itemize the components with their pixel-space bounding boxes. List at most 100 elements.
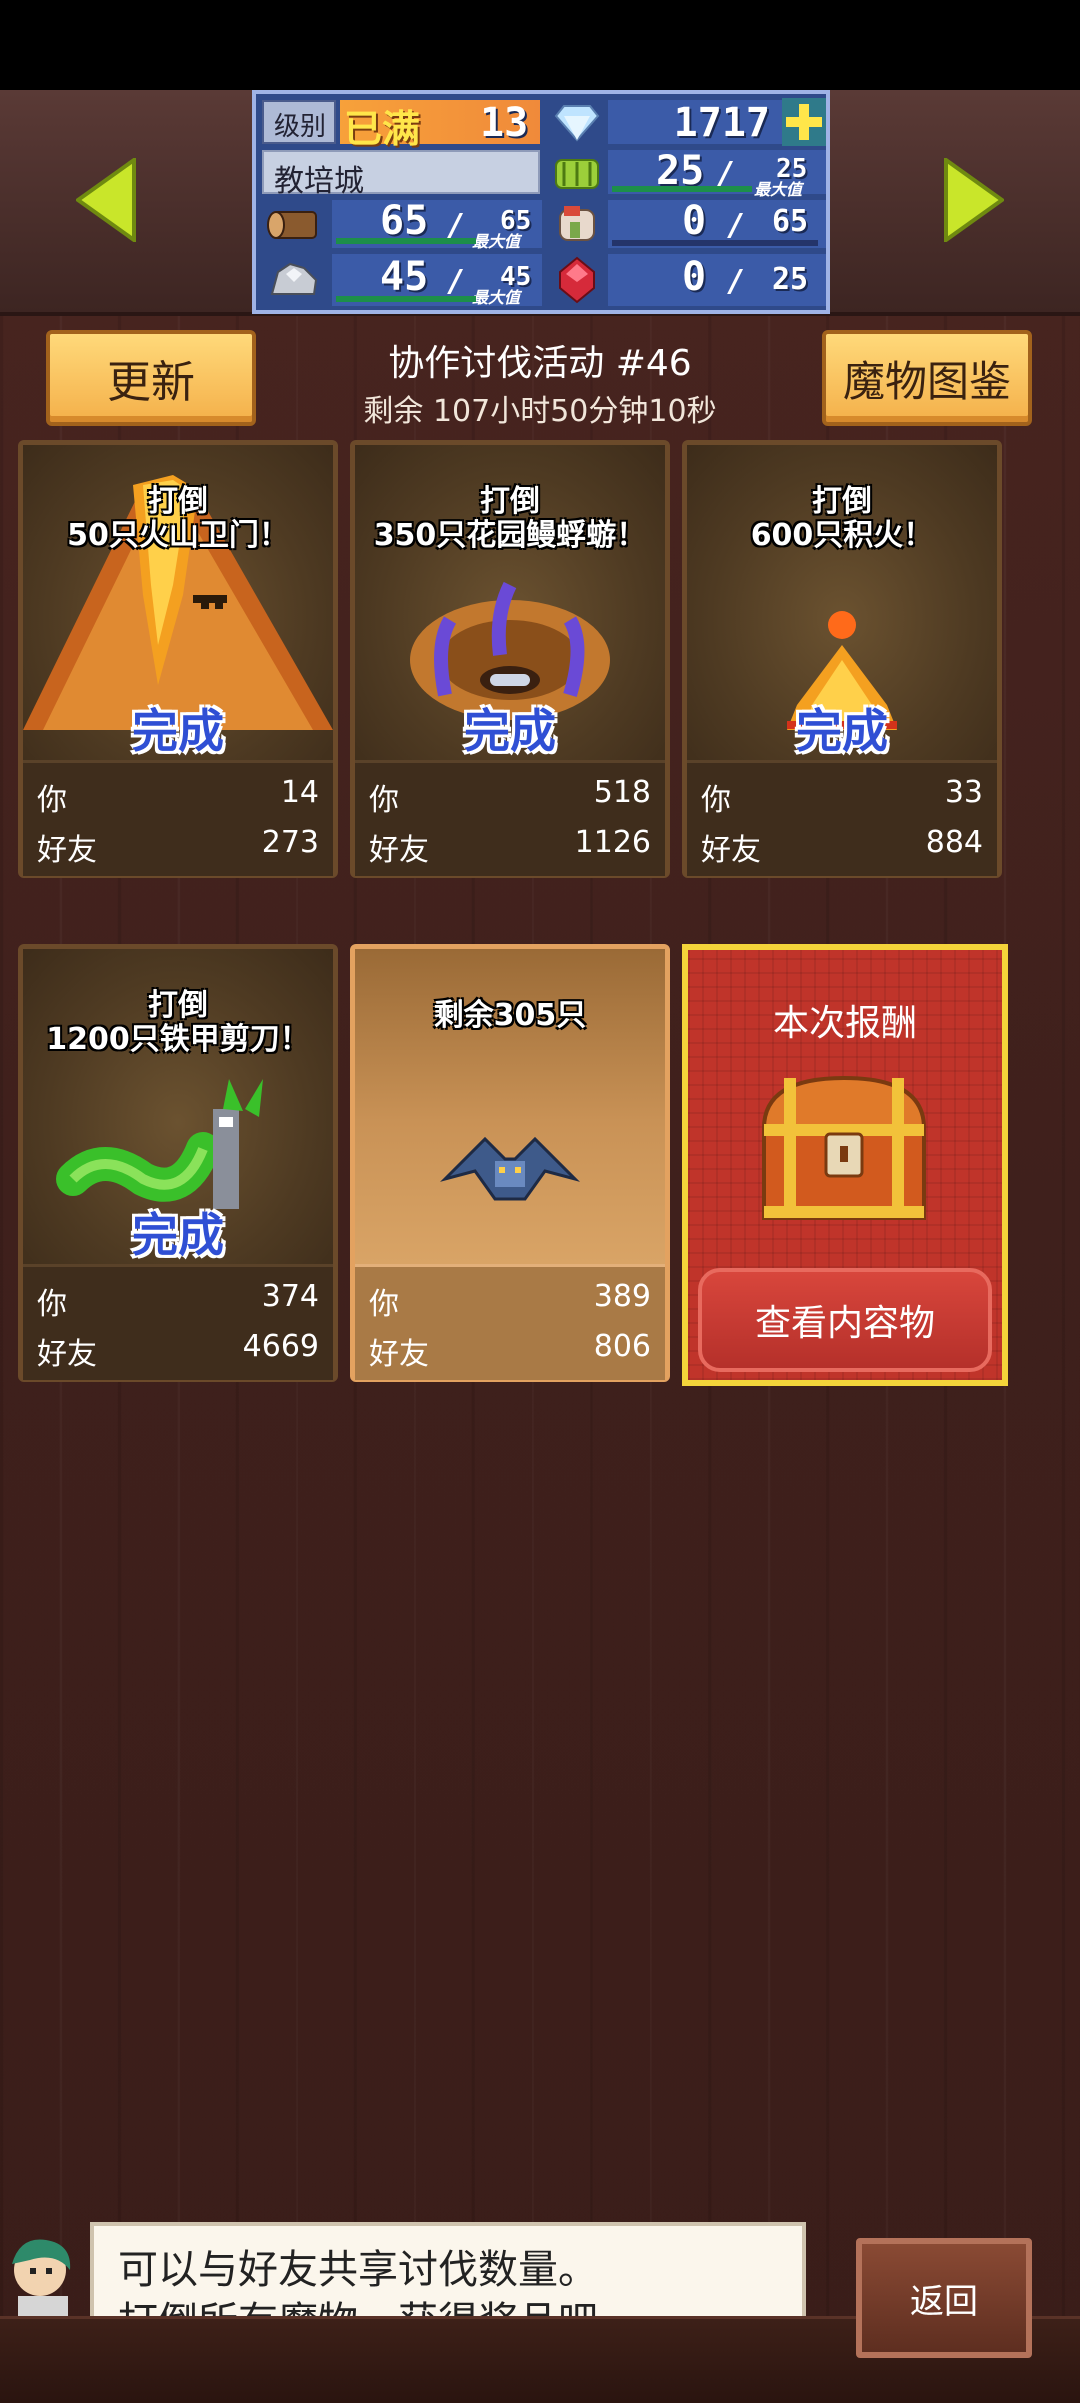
add-gems-button[interactable] [782,98,826,146]
card-stats: 你 14 好友 273 [23,760,333,876]
you-label: 你 [369,783,399,818]
separator: / [730,208,741,243]
card-status: 完成 [132,704,224,758]
card-stats: 你 389 好友 806 [355,1264,665,1380]
card-target-line1: 打倒 [812,484,872,519]
friends-label: 好友 [369,833,429,868]
ore-value: 45 [380,254,429,300]
card-stats: 你 374 好友 4669 [23,1264,333,1380]
you-label: 你 [701,783,731,818]
meat-value: 0 [682,198,707,244]
monster-card-5[interactable]: 剩余305只 你 389 好友 806 [350,944,670,1382]
friends-row: 好友 884 [701,825,983,869]
plus-icon [786,104,822,140]
wood-box: 65 / 65 最大值 [332,198,542,251]
red-gem-value: 0 [682,254,707,300]
friends-label: 好友 [37,833,97,868]
reward-title: 本次报酬 [772,1003,917,1044]
you-row: 你 374 [37,1279,319,1323]
you-count: 518 [593,775,651,810]
you-label: 你 [37,1287,67,1322]
card-art: 打倒 1200只铁甲剪刀！ 完成 [23,949,333,1264]
grass-icon [555,159,599,189]
card-stats: 你 33 好友 884 [687,760,997,876]
card-status: 完成 [464,704,556,758]
you-label: 你 [369,1287,399,1322]
card-art: 打倒 350只花园鳗蜉蝣！ 完成 [355,445,665,760]
separator: / [730,264,741,299]
you-row: 你 14 [37,775,319,819]
you-count: 389 [593,1279,651,1314]
card-target-line1: 打倒 [480,484,540,519]
resource-panel: 级别 已满 13 1717 教培城 25 / 25 最大值 65 / 65 最大… [252,90,830,314]
monster-card-2[interactable]: 打倒 350只花园鳗蜉蝣！ 完成 你 518 好友 1126 [350,440,670,878]
friends-label: 好友 [369,1337,429,1372]
level-label: 级别 [274,112,327,142]
friends-count: 4669 [242,1329,319,1364]
monster-card-4[interactable]: 打倒 1200只铁甲剪刀！ 完成 你 374 好友 4669 [18,944,338,1382]
card-art: 剩余305只 [355,949,665,1264]
card-art: 打倒 600只积火！ 完成 [687,445,997,760]
card-status: 完成 [132,1208,224,1262]
level-badge: 已满 [344,107,421,151]
bestiary-button[interactable]: 魔物图鉴 [822,330,1032,426]
card-art: 打倒 50只火山卫门！ 完成 [23,445,333,760]
status-bar [0,0,1080,90]
level-value: 13 [480,100,529,146]
friends-row: 好友 806 [369,1329,651,1373]
meat-bar [612,240,818,246]
card-status: 完成 [796,704,888,758]
ore-bar [336,296,476,302]
card-target-line2: 50只火山卫门！ [67,518,289,553]
you-row: 你 389 [369,1279,651,1323]
grass-bar [612,186,752,192]
friends-label: 好友 [701,833,761,868]
card-target-line2: 1200只铁甲剪刀！ [46,1022,310,1057]
friends-row: 好友 273 [37,825,319,869]
ore-box: 45 / 45 最大值 [332,254,542,307]
friends-row: 好友 4669 [37,1329,319,1373]
wood-max-label: 最大值 [472,232,521,251]
you-count: 374 [261,1279,319,1314]
friends-count: 884 [925,825,983,860]
friends-row: 好友 1126 [369,825,651,869]
wood-bar [336,238,476,244]
ore-max-label: 最大值 [472,288,521,307]
meat-icon [559,206,595,241]
friends-count: 806 [593,1329,651,1364]
you-count: 33 [944,775,983,810]
ore-icon [270,262,318,295]
you-row: 你 518 [369,775,651,819]
view-contents-button[interactable]: 查看内容物 [698,1268,992,1372]
town-name: 教培城 [274,164,364,199]
friends-label: 好友 [37,1337,97,1372]
bat-monster-icon [439,1136,581,1201]
gems-box: 1717 [608,100,782,146]
previous-arrow-icon[interactable] [76,158,136,242]
level-box: 已满 13 [340,100,540,151]
wood-icon [267,211,317,239]
next-arrow-icon[interactable] [944,158,1004,242]
meat-max: 65 [772,204,809,239]
town-box: 教培城 [262,150,540,199]
card-remaining: 剩余305只 [433,998,587,1033]
gems-value: 1717 [673,100,770,146]
friends-count: 1126 [574,825,651,860]
you-count: 14 [280,775,319,810]
treasure-chest-icon [761,1075,927,1220]
red-gem-max: 25 [772,262,809,297]
red-gem-icon [559,256,595,304]
card-stats: 你 518 好友 1126 [355,760,665,876]
red-gem-box: 0 / 25 [608,254,826,306]
monster-card-3[interactable]: 打倒 600只积火！ 完成 你 33 好友 884 [682,440,1002,878]
friends-count: 273 [261,825,319,860]
grass-box: 25 / 25 最大值 [608,148,826,199]
back-button[interactable]: 返回 [856,2238,1032,2358]
monster-card-1[interactable]: 打倒 50只火山卫门！ 完成 你 14 好友 273 [18,440,338,878]
reward-panel: 本次报酬 查看内容物 [682,944,1008,1386]
grass-max-label: 最大值 [754,180,803,199]
you-label: 你 [37,783,67,818]
diamond-icon [554,105,600,142]
card-target-line2: 350只花园鳗蜉蝣！ [373,518,647,553]
card-target-line1: 打倒 [148,484,208,519]
